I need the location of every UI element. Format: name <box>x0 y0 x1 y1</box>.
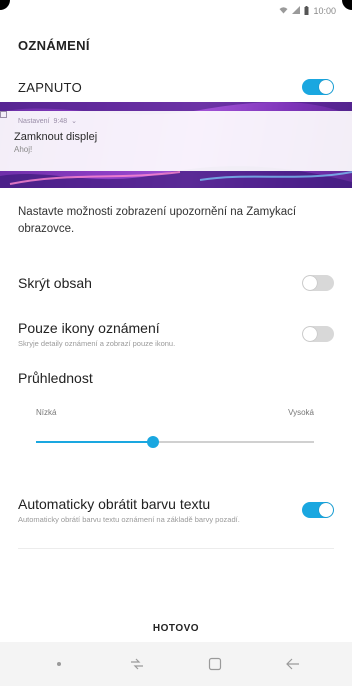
hide-content-row[interactable]: Skrýt obsah <box>18 272 334 294</box>
icons-only-text: Pouze ikony oznámení Skryje detaily ozná… <box>18 320 175 349</box>
navigation-bar <box>0 642 352 686</box>
notification-app-name: Nastavení <box>18 117 50 125</box>
notifications-enabled-label: ZAPNUTO <box>18 79 82 95</box>
slider-thumb[interactable] <box>146 436 159 448</box>
back-icon[interactable] <box>273 649 313 679</box>
notification-text: Ahoj! <box>14 145 33 154</box>
transparency-label: Průhlednost <box>18 370 93 386</box>
transparency-slider[interactable] <box>36 434 314 450</box>
slider-fill <box>36 441 153 443</box>
icons-only-label: Pouze ikony oznámení <box>18 319 160 336</box>
signal-icon <box>292 6 301 16</box>
recents-icon[interactable] <box>117 649 157 679</box>
dot-icon[interactable] <box>39 649 79 679</box>
auto-invert-sublabel: Automaticky obrátí barvu textu oznámení … <box>18 514 240 524</box>
transparency-min-label: Nízká <box>36 408 57 417</box>
notifications-enabled-row[interactable]: ZAPNUTO <box>18 76 334 98</box>
icons-only-sublabel: Skryje detaily oznámení a zobrazí pouze … <box>18 338 176 348</box>
notification-title: Zamknout displej <box>14 131 98 143</box>
auto-invert-row[interactable]: Automaticky obrátit barvu textu Automati… <box>18 482 334 538</box>
notification-card: Nastavení 9:48 ⌄ Zamknout displej Ahoj! <box>0 111 352 171</box>
status-time: 10:00 <box>313 6 336 16</box>
icons-only-toggle[interactable] <box>302 326 334 342</box>
home-icon[interactable] <box>195 649 235 679</box>
hide-content-label: Skrýt obsah <box>18 275 92 291</box>
lockscreen-preview: Nastavení 9:48 ⌄ Zamknout displej Ahoj! <box>0 102 352 188</box>
divider <box>18 548 334 549</box>
transparency-max-label: Vysoká <box>288 408 314 417</box>
auto-invert-label: Automaticky obrátit barvu textu <box>18 495 211 512</box>
done-button[interactable]: HOTOVO <box>0 623 352 634</box>
chevron-down-icon: ⌄ <box>71 118 78 125</box>
icons-only-row[interactable]: Pouze ikony oznámení Skryje detaily ozná… <box>18 313 334 355</box>
hide-content-toggle[interactable] <box>302 275 334 291</box>
lockscreen-description: Nastavte možnosti zobrazení upozornění n… <box>18 206 297 235</box>
auto-invert-text: Automaticky obrátit barvu textu Automati… <box>18 496 240 525</box>
notification-time: 9:48 <box>53 117 68 125</box>
notifications-enabled-toggle[interactable] <box>302 79 334 95</box>
page-title: OZNÁMENÍ <box>18 38 90 53</box>
battery-icon <box>304 5 309 17</box>
auto-invert-toggle[interactable] <box>302 502 334 518</box>
status-bar: 10:00 <box>0 0 352 22</box>
notification-meta: Nastavení 9:48 ⌄ <box>0 111 338 125</box>
wifi-icon <box>279 6 288 16</box>
